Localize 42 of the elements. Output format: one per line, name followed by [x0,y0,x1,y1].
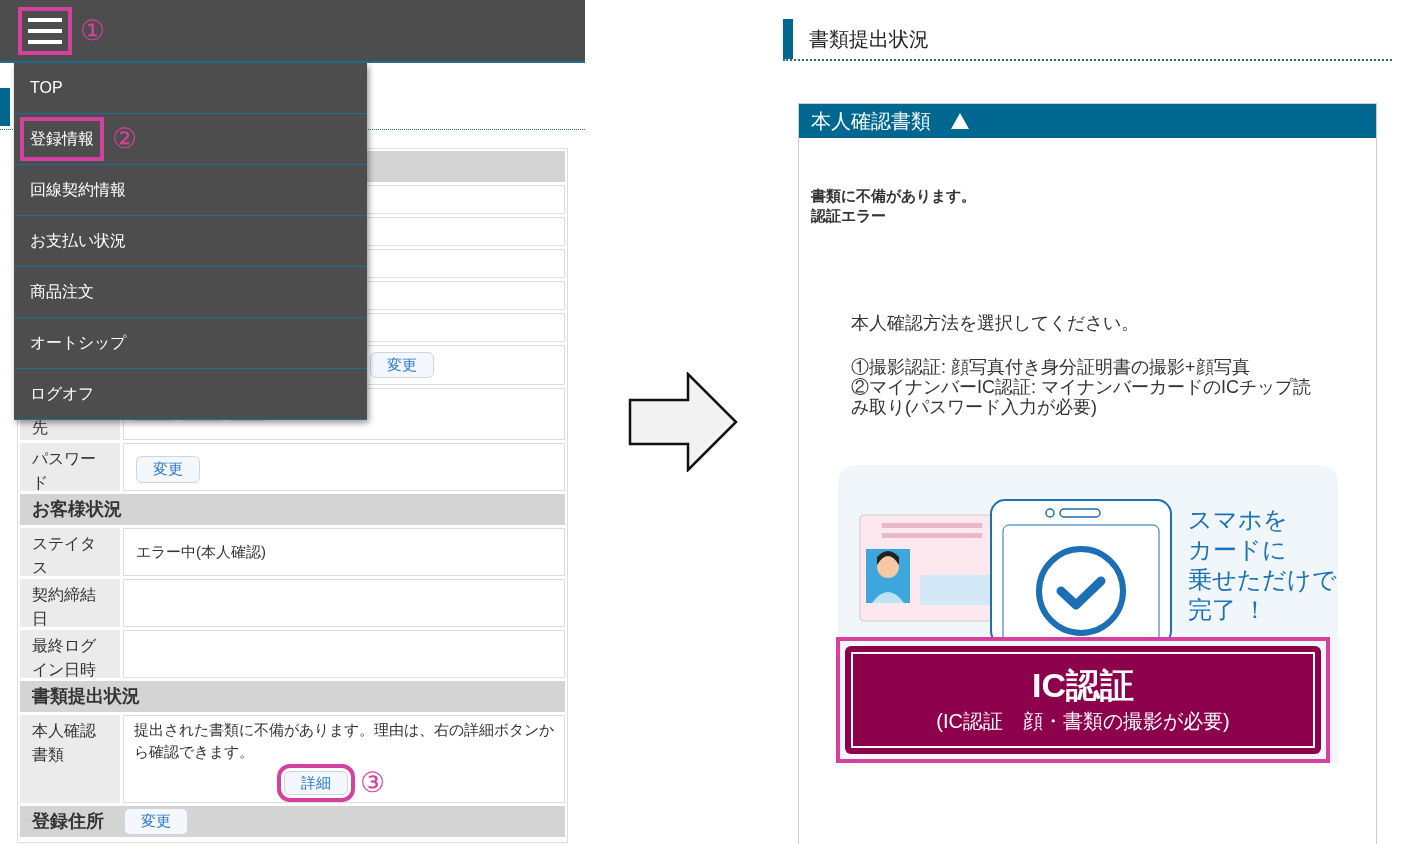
method-description: ①撮影認証: 顔写真付き身分証明書の撮影+顔写真 [851,357,1251,377]
row-label: ステイタス [32,535,96,576]
menu-item[interactable]: TOP [20,66,73,110]
panel-header[interactable]: 本人確認書類 [799,104,1376,138]
banner-text: カードに [1188,535,1288,565]
panel-title: 本人確認書類 [811,109,931,134]
row-label: パスワード [32,450,96,491]
menu-item[interactable]: 回線契約情報 [20,168,136,212]
menu-item[interactable]: ログオフ [20,372,104,416]
menu-item[interactable]: オートシップ [20,321,136,365]
menu-item[interactable]: 商品注文 [20,270,104,314]
status-value: エラー中(本人確認) [135,542,267,562]
method-description: ②マイナンバーIC認証: マイナンバーカードのICチップ読み取り(パスワード入力が必要) [851,377,1312,417]
instruction-text: 本人確認方法を選択してください。 [851,312,1140,335]
arrow-icon [628,372,740,472]
section-header: 登録住所 [32,810,104,833]
change-button[interactable]: 変更 [124,808,188,835]
ic-auth-button[interactable]: IC認証 (IC認証 顔・書類の撮影が必要) [845,646,1321,754]
row-label: 先 [32,419,48,436]
section-title: 書類提出状況 [809,27,929,52]
step-number: ① [80,16,105,45]
section-header: 書類提出状況 [32,685,140,708]
menu-button[interactable] [18,6,72,55]
menu-item[interactable]: 登録情報 [20,117,104,161]
menu-item[interactable]: お支払い状況 [20,219,136,263]
row-label: 契約締結日 [32,586,96,627]
menu-icon [28,16,62,45]
section-marker [783,19,793,59]
banner-text: 乗せただけで [1188,565,1337,595]
error-message: 認証エラー [811,206,887,226]
error-message: 書類に不備があります。 [811,186,977,206]
change-button[interactable]: 変更 [370,351,434,379]
change-button[interactable]: 変更 [136,456,200,483]
row-label: 最終ログイン日時 [32,637,96,678]
document-message: 提出された書類に不備があります。理由は、右の詳細ボタンから確認できます。 [134,720,554,762]
section-header: お客様状況 [32,498,122,521]
banner-text: スマホを [1188,505,1289,535]
step-number: ③ [360,769,385,797]
section-marker [0,88,10,126]
step-number: ② [112,125,137,153]
banner-text: 完了 ！ [1188,595,1268,625]
row-label: 本人確認書類 [32,722,96,763]
